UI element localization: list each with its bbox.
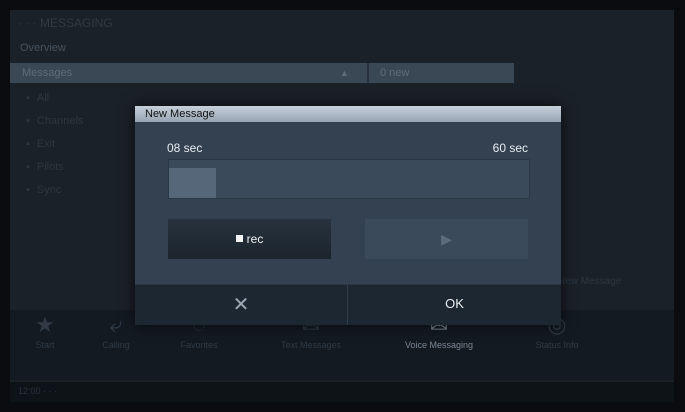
filter-item[interactable]: Pilots	[26, 161, 83, 184]
new-message-shortcut[interactable]: New Message	[558, 276, 621, 287]
messages-header-bar[interactable]: Messages ▲ 0 new	[10, 63, 514, 83]
bar-divider	[367, 63, 369, 83]
filter-item[interactable]: Channels	[26, 115, 83, 138]
status-text: 12:00 · · ·	[18, 386, 58, 396]
messages-label: Messages	[22, 67, 73, 79]
ok-button[interactable]: OK	[348, 285, 561, 325]
close-icon: ✕	[232, 294, 250, 316]
nav-label: Favorites	[180, 340, 218, 350]
filter-list: All Channels Exit Pilots Sync	[26, 92, 83, 207]
progress-fill	[169, 168, 216, 198]
stop-square-icon	[235, 235, 243, 242]
status-bar: 12:00 · · ·	[10, 382, 674, 402]
cancel-button[interactable]: ✕	[135, 285, 347, 325]
nav-label: Start	[35, 340, 55, 350]
filter-item[interactable]: Sync	[26, 184, 83, 207]
record-button[interactable]: rec	[168, 219, 331, 259]
filter-item[interactable]: All	[26, 92, 83, 115]
sort-arrow-icon[interactable]: ▲	[340, 68, 349, 78]
dialog-footer: ✕ OK	[135, 284, 561, 325]
nav-label: Status Info	[535, 340, 579, 350]
overview-label: Overview	[20, 42, 66, 54]
nav-label: Text Messages	[280, 340, 342, 350]
message-count: 0 new	[380, 67, 410, 79]
nav-start[interactable]: ★ Start	[10, 310, 80, 380]
filter-item[interactable]: Exit	[26, 138, 83, 161]
star-icon: ★	[35, 312, 55, 337]
nav-label: Calling	[102, 340, 130, 350]
play-icon: ▶	[441, 231, 452, 247]
record-label: rec	[246, 232, 264, 246]
max-time: 60 sec	[492, 141, 528, 155]
recording-progress-bar	[168, 159, 530, 199]
elapsed-time: 08 sec	[167, 141, 203, 155]
new-message-dialog: New Message 08 sec 60 sec rec ▶ ✕ OK	[135, 106, 561, 325]
app-title: · · · MESSAGING	[18, 16, 113, 30]
nav-label: Voice Messaging	[404, 340, 474, 350]
dialog-title: New Message	[135, 106, 561, 122]
play-button[interactable]: ▶	[365, 219, 528, 259]
